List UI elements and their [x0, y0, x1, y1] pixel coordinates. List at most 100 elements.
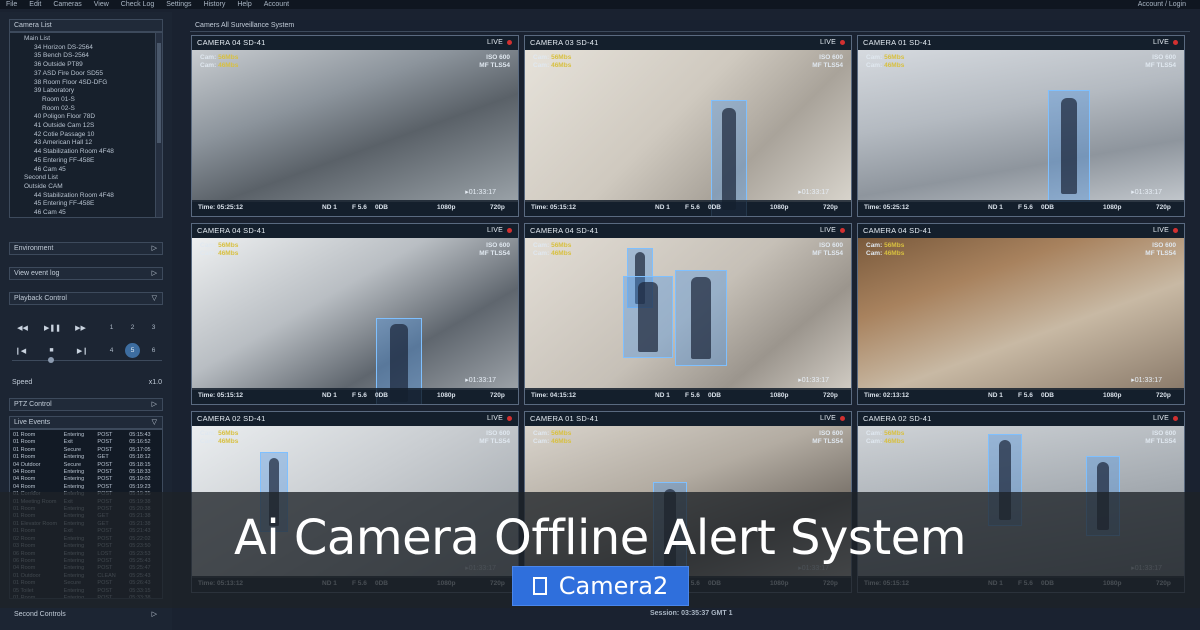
event-cell: 04 Room [13, 469, 36, 476]
event-row[interactable]: 01 Room Secure POST 05:17:05 [13, 447, 159, 454]
tree-scrollbar[interactable] [155, 33, 162, 217]
event-row[interactable]: 01 Room Entering GET 05:18:12 [13, 454, 159, 461]
live-indicator: LIVE [820, 224, 845, 238]
tree-node[interactable]: 44 Stabilization Room 4F48 [10, 192, 162, 201]
camera-tile[interactable]: CAMERA 04 SD-41 LIVE Cam: 56Mbs Cam: 46Mbs I… [857, 223, 1185, 405]
next-icon[interactable]: ▶❙ [74, 344, 91, 357]
tree-node[interactable]: 46 Cam 45 [10, 166, 162, 175]
account-login-link[interactable]: Account / Login [1132, 0, 1200, 9]
exposure-overlay: ISO 600 MF TLS54 [479, 242, 510, 258]
tree-node[interactable]: Outside CAM [10, 183, 162, 192]
ptz-control-panel[interactable]: PTZ Control ▷ [9, 398, 163, 411]
speed-slider[interactable] [12, 357, 162, 363]
category-button[interactable]: Camera2 [512, 566, 689, 606]
event-row[interactable]: 04 Outdoor Secure POST 05:18:15 [13, 462, 159, 469]
camera-tile[interactable]: CAMERA 04 SD-41 LIVE Cam: 56Mbs Cam: 46Mbs I… [191, 35, 519, 217]
event-cell: POST [97, 476, 113, 483]
second-controls-panel[interactable]: Second Controls ▷ [9, 608, 163, 621]
menu-file[interactable]: File [0, 0, 23, 9]
fast-forward-icon[interactable]: ▶▶ [72, 321, 89, 334]
camera-header: CAMERA 04 SD-41 LIVE [192, 36, 518, 50]
tree-node[interactable]: Second List [10, 174, 162, 183]
live-indicator: LIVE [1153, 412, 1178, 426]
tree-node[interactable]: Room 02-S [10, 105, 162, 114]
menu-view[interactable]: View [88, 0, 115, 9]
stop-icon[interactable]: ■ [43, 344, 60, 357]
bitrate-value: 56Mbs [551, 430, 572, 437]
camera-tile[interactable]: CAMERA 01 SD-41 LIVE Cam: 56Mbs Cam: 46Mbs I… [857, 35, 1185, 217]
event-cell: Entering [63, 432, 85, 438]
menu-edit[interactable]: Edit [23, 0, 47, 9]
playback-channel-1[interactable]: 1 [104, 320, 119, 335]
tree-node[interactable]: 44 Stabilization Room 4F48 [10, 148, 162, 157]
tree-node[interactable]: 40 Poligon Floor 78D [10, 113, 162, 122]
tree-node[interactable]: 38 Room Floor 4SD-DFG [10, 79, 162, 88]
playback-channel-5[interactable]: 5 [125, 343, 140, 358]
tree-node[interactable]: 43 American Hall 12 [10, 139, 162, 148]
menu-help[interactable]: Help [231, 0, 257, 9]
tree-node[interactable]: 45 Entering FF-458E [10, 157, 162, 166]
camera-feed [525, 238, 851, 390]
rewind-icon[interactable]: ◀◀ [14, 321, 31, 334]
tree-node[interactable]: 34 Horizon DS-2564 [10, 44, 162, 53]
camera-tile[interactable]: CAMERA 03 SD-41 LIVE Cam: 56Mbs Cam: 46Mbs I… [524, 35, 852, 217]
event-row[interactable]: 01 Room Entering POST 05:15:43 [13, 432, 159, 439]
record-dot-icon [507, 39, 512, 45]
environment-panel[interactable]: Environment ▷ [9, 242, 163, 255]
camera-footer: Time: 05:25:12 ND 1 F 5.6 0DB 1080p 720p [192, 200, 518, 216]
camera-header: CAMERA 03 SD-41 LIVE [525, 36, 851, 50]
live-events-panel[interactable]: Live Events ▽ [9, 416, 163, 429]
tree-node[interactable]: Room 01-S [10, 96, 162, 105]
tree-node[interactable]: 36 Outside PT89 [10, 61, 162, 70]
menu-account[interactable]: Account [258, 0, 295, 9]
camera-header: CAMERA 04 SD-41 LIVE [525, 224, 851, 238]
tree-node[interactable]: 46 Cam 45 [10, 209, 162, 217]
exposure-overlay: ISO 600 MF TLS54 [1145, 54, 1176, 70]
resolution-primary: 1080p [1103, 392, 1122, 399]
event-row[interactable]: 04 Room Entering POST 05:19:02 [13, 476, 159, 483]
camera-footer: Time: 05:15:12 ND 1 F 5.6 0DB 1080p 720p [192, 388, 518, 404]
tree-node[interactable]: 39 Laboratory [10, 87, 162, 96]
previous-icon[interactable]: ❙◀ [12, 344, 29, 357]
record-dot-icon [507, 415, 512, 421]
mf-value: MF TLS54 [812, 250, 843, 257]
menu-check-log[interactable]: Check Log [115, 0, 160, 9]
nd-value: ND 1 [322, 392, 337, 399]
tree-node[interactable]: 35 Bench DS-2564 [10, 52, 162, 61]
speed-slider-knob[interactable] [48, 357, 54, 363]
tree-node[interactable]: 42 Cotie Passage 10 [10, 131, 162, 140]
db-value: 0DB [1041, 392, 1055, 399]
live-label: LIVE [820, 415, 836, 422]
event-row[interactable]: 04 Room Entering POST 05:18:33 [13, 469, 159, 476]
main-title: Camers All Surveillance System [195, 22, 295, 29]
playback-control-panel[interactable]: Playback Control ▽ [9, 292, 163, 305]
menu-cameras[interactable]: Cameras [47, 0, 87, 9]
person-silhouette [638, 281, 658, 353]
tree-node[interactable]: Main List [10, 35, 162, 44]
playback-channel-2[interactable]: 2 [125, 320, 140, 335]
record-dot-icon [507, 227, 512, 233]
playback-channel-4[interactable]: 4 [104, 343, 119, 358]
camera-tile[interactable]: CAMERA 04 SD-41 LIVE Cam: 56Mbs Cam: 46Mbs I… [524, 223, 852, 405]
camera-time: Time: 04:15:12 [531, 392, 577, 399]
event-cell: 01 Room [13, 446, 36, 453]
camera-tile[interactable]: CAMERA 04 SD-41 LIVE Cam: 56Mbs Cam: 46Mbs I… [191, 223, 519, 405]
tree-node[interactable]: 37 ASD Fire Door SD55 [10, 70, 162, 79]
view-event-log-panel[interactable]: View event log ▷ [9, 267, 163, 280]
camera-header: CAMERA 02 SD-41 LIVE [858, 412, 1184, 426]
iso-value: ISO 600 [1152, 242, 1176, 249]
menu-history[interactable]: History [198, 0, 232, 9]
event-row[interactable]: 04 Room Entering POST 05:19:23 [13, 484, 159, 491]
tree-scroll-thumb[interactable] [157, 43, 161, 143]
record-dot-icon [840, 415, 845, 421]
menu-settings[interactable]: Settings [160, 0, 197, 9]
playback-channel-6[interactable]: 6 [146, 343, 161, 358]
mf-value: MF TLS54 [1145, 438, 1176, 445]
tree-node[interactable]: 41 Outside Cam 12S [10, 122, 162, 131]
bitrate-value: 46Mbs [218, 250, 239, 257]
tree-node[interactable]: 45 Entering FF-458E [10, 200, 162, 209]
event-row[interactable]: 01 Room Exit POST 05:16:52 [13, 439, 159, 446]
playback-channel-3[interactable]: 3 [146, 320, 161, 335]
event-cell: 04 Room [13, 483, 36, 490]
play-pause-icon[interactable]: ▶❚❚ [44, 321, 61, 334]
